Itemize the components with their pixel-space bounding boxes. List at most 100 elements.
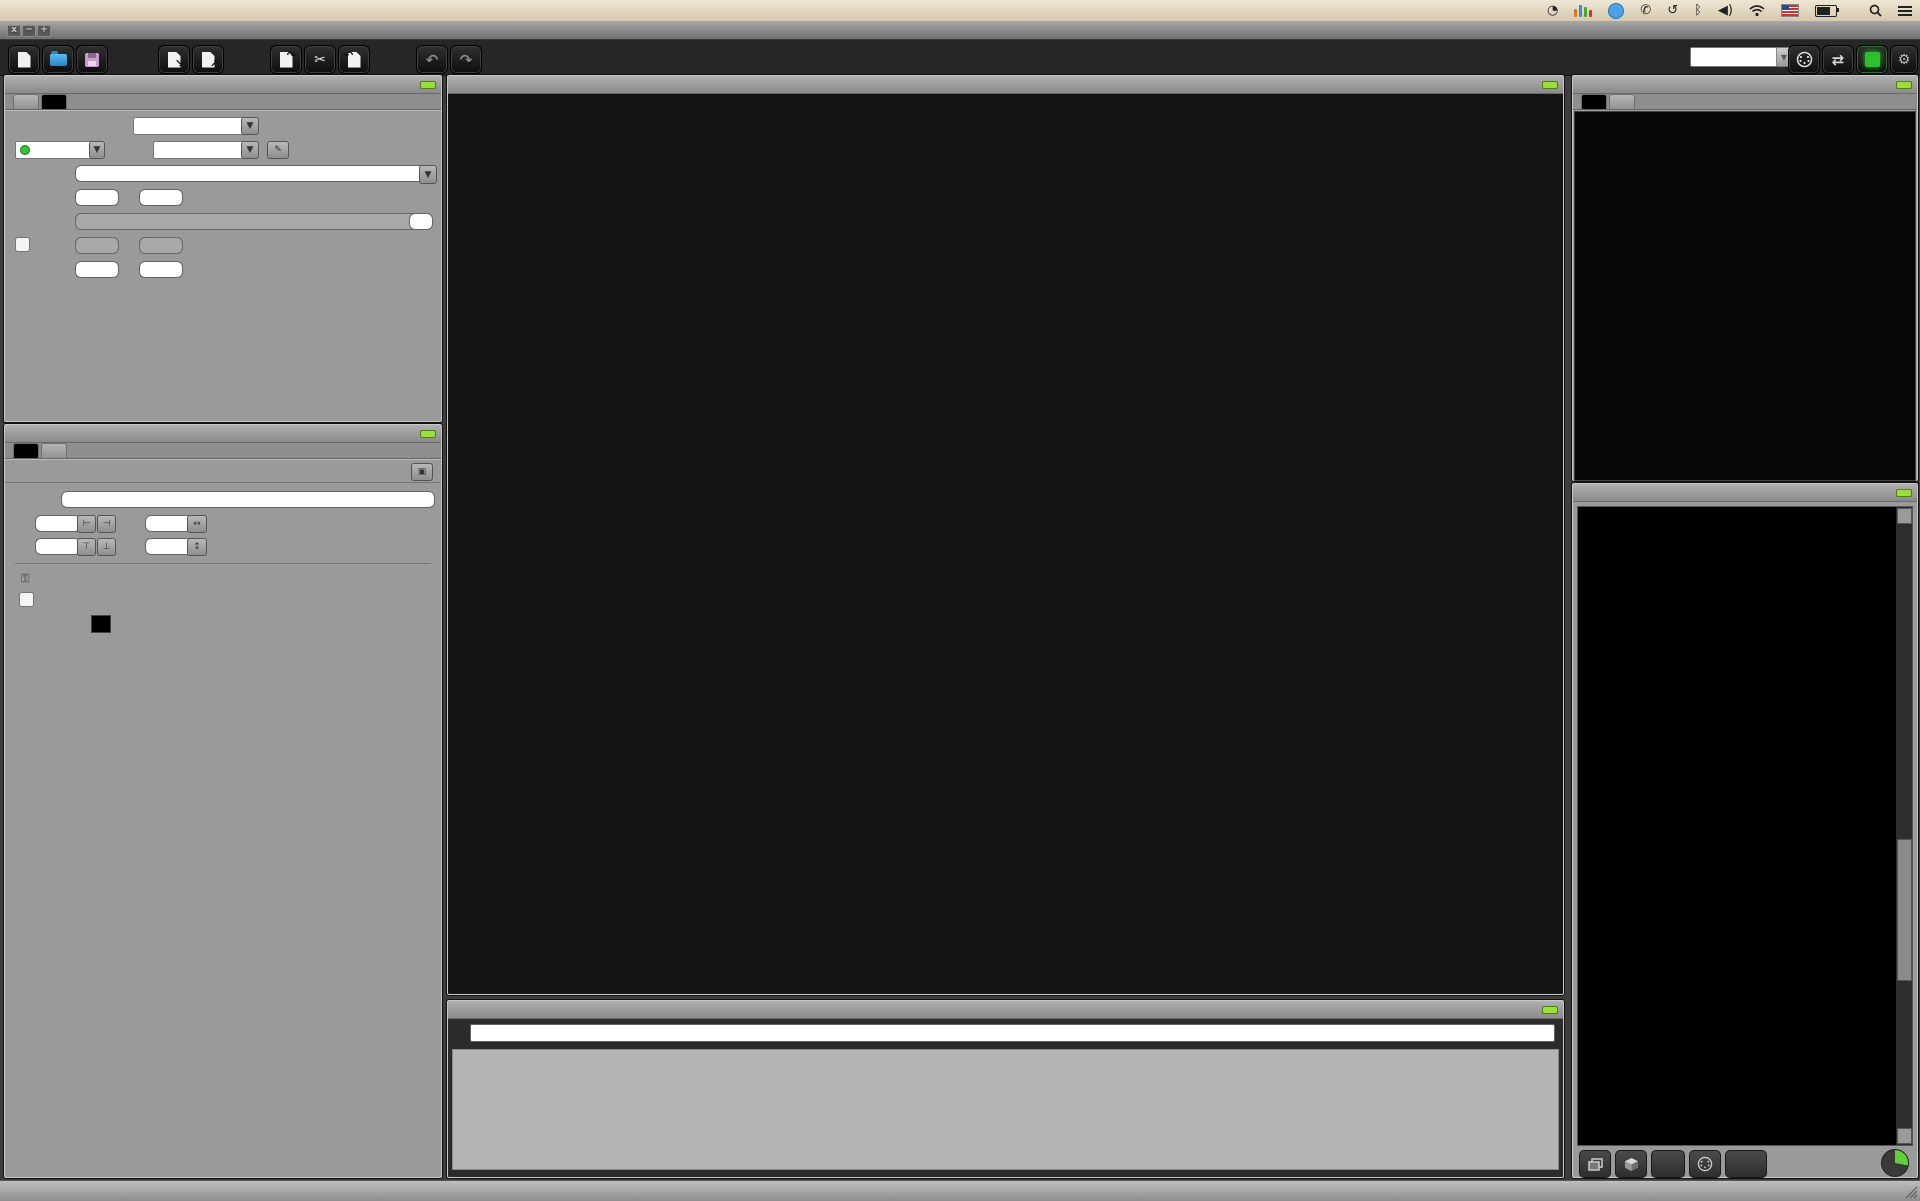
redo-button[interactable]: ↷	[450, 45, 482, 74]
undo-button[interactable]: ↶	[416, 45, 448, 74]
universal-access-icon[interactable]: ◔	[1547, 0, 1558, 21]
mapping-panel-header[interactable]	[5, 76, 441, 94]
velocity-field[interactable]	[75, 213, 419, 230]
scroll-thumb[interactable]	[1897, 839, 1912, 981]
wifi-icon[interactable]	[1749, 5, 1765, 17]
multi-select-icon[interactable]: ▣	[411, 463, 433, 481]
macos-menu-bar: ◔ ✆ ↺ ᛒ ◀)	[0, 0, 1920, 21]
align-bottom-button[interactable]: ⊥	[97, 538, 116, 556]
align-top-button[interactable]: ⊤	[77, 538, 96, 556]
save-file-button[interactable]	[76, 45, 108, 74]
project-collapse-button[interactable]	[1896, 489, 1912, 497]
tab-properties[interactable]	[13, 443, 39, 458]
script-collapse-button[interactable]	[1542, 1006, 1558, 1014]
align-right-button[interactable]: ⊣	[97, 515, 116, 533]
target-select[interactable]	[153, 141, 248, 159]
message-dropdown-button[interactable]: ▼	[419, 165, 437, 184]
script-editor-area[interactable]	[452, 1049, 1559, 1170]
tab-library[interactable]	[1609, 94, 1635, 109]
velocity-mode-select[interactable]	[409, 213, 433, 230]
target-dropdown-button[interactable]: ▼	[241, 141, 259, 159]
tree-scrollbar[interactable]	[1896, 507, 1912, 1145]
stretch-height-button[interactable]: ↕	[187, 538, 207, 556]
script-list-button[interactable]	[1725, 1150, 1767, 1178]
editor-toolbar: ↘ ↗ ↷ ✂ ↶ ↶ ↷ ▼ ⇄ ⚙	[0, 40, 1920, 76]
scale-to-field[interactable]	[139, 237, 183, 254]
lemur-collapse-button[interactable]	[1542, 81, 1558, 89]
scroll-down-button[interactable]	[1897, 1128, 1912, 1144]
lemur-panel-header[interactable]	[448, 76, 1563, 94]
channel-to-field[interactable]	[139, 261, 183, 278]
window-close-button[interactable]: x	[7, 25, 21, 37]
wand-button[interactable]: ✎	[267, 141, 289, 159]
battery-icon[interactable]	[1815, 5, 1837, 17]
project-panel	[1572, 483, 1918, 1178]
memory-usage-pie	[1881, 1149, 1909, 1177]
open-file-button[interactable]	[42, 45, 74, 74]
messages-icon[interactable]	[1608, 3, 1624, 19]
source-select[interactable]	[15, 141, 97, 159]
pitch-to-field[interactable]	[139, 189, 183, 206]
volume-icon[interactable]: ◀)	[1718, 0, 1733, 21]
tab-midi[interactable]	[41, 94, 67, 109]
objects-count-bar: ▣	[5, 460, 441, 483]
tab-palette[interactable]	[1581, 94, 1607, 109]
stretch-width-button[interactable]: ↔	[187, 515, 207, 533]
tab-osc[interactable]	[13, 94, 39, 109]
object-target-select[interactable]	[133, 117, 248, 135]
copy-button[interactable]: ↷	[270, 45, 302, 74]
window-zoom-button[interactable]: +	[37, 25, 51, 37]
tab-behavior[interactable]	[41, 443, 67, 458]
activity-monitor-icon[interactable]	[1574, 4, 1592, 17]
lemur-canvas[interactable]	[448, 94, 1563, 993]
export-button[interactable]: ↗	[192, 45, 224, 74]
transparent-checkbox[interactable]	[19, 592, 34, 607]
pitch-from-field[interactable]	[75, 189, 119, 206]
scale-checkbox[interactable]	[15, 237, 30, 252]
window-bottom-bar	[0, 1180, 1920, 1201]
script-expression-input[interactable]	[470, 1024, 1555, 1042]
y-field[interactable]	[35, 538, 81, 555]
creation-panel	[1572, 75, 1918, 481]
object-name-field[interactable]	[61, 491, 435, 508]
objects-collapse-button[interactable]	[420, 430, 436, 438]
objects-panel-header[interactable]	[5, 425, 441, 443]
color-swatch[interactable]	[91, 615, 111, 633]
message-field[interactable]	[75, 165, 429, 182]
resize-grip[interactable]	[1903, 1184, 1918, 1199]
notification-center-icon[interactable]	[1898, 6, 1912, 16]
input-language-flag-icon[interactable]	[1781, 4, 1799, 17]
source-dropdown-button[interactable]: ▼	[89, 141, 105, 159]
cut-button[interactable]: ✂	[304, 45, 336, 74]
settings-gear-button[interactable]: ⚙	[1890, 45, 1918, 74]
phone-icon[interactable]: ✆	[1640, 0, 1651, 21]
x-field[interactable]	[35, 515, 81, 532]
window-title-bar: x − +	[0, 21, 1920, 40]
creation-panel-header[interactable]	[1573, 76, 1917, 94]
layers-button[interactable]	[1579, 1150, 1611, 1178]
sync-button[interactable]: ⇄	[1822, 45, 1854, 74]
window-minimize-button[interactable]: −	[22, 25, 36, 37]
spotlight-icon[interactable]	[1869, 4, 1882, 17]
align-left-button[interactable]: ⊢	[77, 515, 96, 533]
creation-collapse-button[interactable]	[1896, 81, 1912, 89]
bluetooth-icon[interactable]: ᛒ	[1694, 0, 1702, 21]
channel-from-field[interactable]	[75, 261, 119, 278]
new-file-button[interactable]	[8, 45, 40, 74]
script-panel	[447, 1000, 1564, 1178]
paste-button[interactable]: ↶	[338, 45, 370, 74]
objects-cube-button[interactable]	[1615, 1150, 1647, 1178]
script-panel-header[interactable]	[448, 1001, 1563, 1019]
scroll-up-button[interactable]	[1897, 508, 1912, 524]
time-machine-icon[interactable]: ↺	[1667, 0, 1678, 21]
mapping-collapse-button[interactable]	[420, 81, 436, 89]
expression-button[interactable]	[1651, 1150, 1685, 1178]
import-button[interactable]: ↘	[158, 45, 190, 74]
connection-status-button[interactable]	[1856, 45, 1888, 74]
midi-din-button[interactable]	[1689, 1150, 1721, 1178]
scale-from-field[interactable]	[75, 237, 119, 254]
device-selector[interactable]: ▼	[1690, 47, 1792, 67]
project-panel-header[interactable]	[1573, 484, 1917, 502]
object-target-dropdown-button[interactable]: ▼	[241, 117, 259, 135]
midi-settings-button[interactable]	[1788, 45, 1820, 74]
